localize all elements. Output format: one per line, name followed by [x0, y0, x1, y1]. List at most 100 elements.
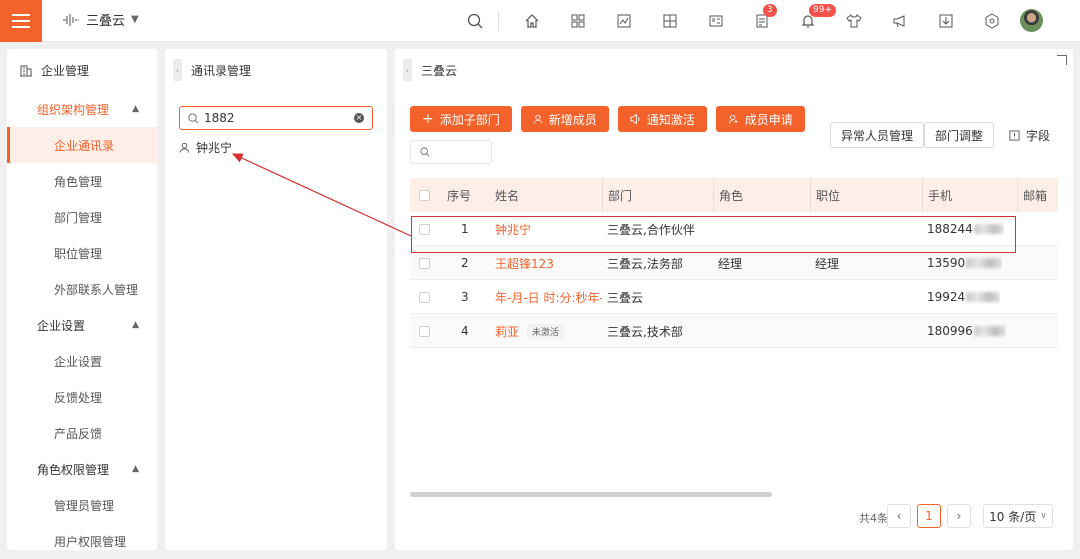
button-label: 成员申请: [744, 112, 793, 127]
brand-switcher[interactable]: 三叠云 ▼: [62, 10, 139, 29]
column-header-no: 序号: [447, 188, 472, 203]
pagination: 共4条 ‹ 1 › 10 条/页 ∨: [395, 504, 1073, 530]
sidebar-item-admins[interactable]: 管理员管理: [7, 487, 157, 523]
download-icon[interactable]: [923, 8, 969, 34]
column-header-phone: 手机: [922, 178, 952, 212]
row-checkbox[interactable]: [419, 212, 430, 246]
avatar[interactable]: [1020, 9, 1043, 32]
building-icon: [20, 65, 32, 77]
sidebar-item-departments[interactable]: 部门管理: [7, 199, 157, 235]
member-phone: 19924: [927, 280, 1001, 314]
search-icon[interactable]: [452, 8, 498, 34]
megaphone-icon[interactable]: [877, 8, 923, 34]
add-sub-department-button[interactable]: + 添加子部门: [410, 106, 512, 132]
member-name-link[interactable]: 莉亚: [495, 323, 519, 340]
column-header-name: 姓名: [495, 188, 520, 203]
shirt-icon[interactable]: [831, 8, 877, 34]
chevron-up-icon: ▲: [132, 464, 139, 474]
department-adjust-button[interactable]: 部门调整: [924, 122, 995, 148]
sidebar-group-permissions[interactable]: 角色权限管理 ▲: [7, 451, 157, 487]
select-all-checkbox[interactable]: [419, 178, 430, 212]
table-horizontal-scrollbar[interactable]: [410, 492, 772, 497]
sidebar-group-org[interactable]: 组织架构管理 ▲: [7, 91, 157, 127]
sidebar-item-directory[interactable]: 企业通讯录: [7, 127, 157, 163]
table-row[interactable]: 4 莉亚 未激活 三叠云,技术部 180996: [410, 314, 1058, 348]
search-icon: [420, 147, 430, 157]
collapse-left-icon[interactable]: ‹: [403, 59, 412, 81]
page-size-select[interactable]: 10 条/页 ∨: [983, 504, 1053, 528]
sidebar-group-label: 企业设置: [37, 318, 86, 333]
toolbar-divider: [498, 11, 499, 31]
apps-grid-icon[interactable]: [555, 8, 601, 34]
member-name-link[interactable]: 钟兆宁: [495, 212, 531, 246]
user-icon: [533, 114, 542, 124]
directory-search-input[interactable]: [204, 111, 344, 125]
table-search-input[interactable]: [410, 140, 492, 164]
next-page-button[interactable]: ›: [947, 504, 971, 528]
search-result-item[interactable]: 钟兆宁: [179, 139, 232, 156]
abnormal-staff-button[interactable]: 异常人员管理: [830, 122, 925, 148]
sidebar-item-positions[interactable]: 职位管理: [7, 235, 157, 271]
sidebar-item-roles[interactable]: 角色管理: [7, 163, 157, 199]
add-member-button[interactable]: 新增成员: [520, 106, 609, 132]
sidebar-item-product-feedback[interactable]: 产品反馈: [7, 415, 157, 451]
prev-page-button[interactable]: ‹: [887, 504, 911, 528]
sidebar-item-user-permissions[interactable]: 用户权限管理: [7, 523, 157, 550]
top-toolbar: 3 99+: [452, 4, 1015, 34]
row-checkbox[interactable]: [419, 314, 430, 348]
directory-search[interactable]: ×: [179, 106, 373, 130]
redacted-digits: [973, 224, 1004, 234]
member-apply-button[interactable]: 成员申请: [715, 106, 805, 132]
home-icon[interactable]: [509, 8, 555, 34]
row-checkbox[interactable]: [419, 280, 430, 314]
chevron-down-icon: ▼: [131, 14, 139, 25]
redacted-digits: [966, 292, 1001, 302]
breadcrumb: 三叠云: [421, 63, 458, 78]
clear-icon[interactable]: ×: [354, 113, 364, 123]
member-name-cell: 莉亚 未激活: [495, 314, 565, 348]
sidebar-group-label: 组织架构管理: [37, 102, 110, 117]
row-checkbox[interactable]: [419, 246, 430, 280]
brand-name: 三叠云: [86, 14, 126, 29]
member-name-link[interactable]: 王超锋123: [495, 246, 554, 280]
chart-icon[interactable]: [601, 8, 647, 34]
menu-button[interactable]: [0, 0, 42, 42]
sidebar-group-company-settings[interactable]: 企业设置 ▲: [7, 307, 157, 343]
member-name-link[interactable]: 年-月-日 时:分:秒年-...: [495, 280, 602, 314]
search-icon: [188, 112, 199, 123]
sidebar-item-feedback-handling[interactable]: 反馈处理: [7, 379, 157, 415]
sidebar-group-label: 角色权限管理: [37, 462, 110, 477]
bell-icon[interactable]: 99+: [785, 4, 836, 34]
member-phone: 180996: [927, 314, 1006, 348]
member-department: 三叠云,法务部: [607, 256, 683, 271]
field-settings-icon: [1009, 130, 1020, 141]
layout-icon[interactable]: [647, 8, 693, 34]
table-row[interactable]: 2 王超锋123 三叠云,法务部 经理 经理 13590: [410, 246, 1058, 280]
column-header-position: 职位: [810, 178, 840, 212]
settings-icon[interactable]: [969, 8, 1015, 34]
table-header-row: 序号 姓名 部门 角色 职位 手机 邮箱: [410, 178, 1058, 212]
button-label: 添加子部门: [439, 112, 500, 127]
column-header-role: 角色: [713, 178, 743, 212]
sidebar-item-external-contacts[interactable]: 外部联系人管理: [7, 271, 157, 307]
table-row[interactable]: 3 年-月-日 时:分:秒年-... 三叠云 19924: [410, 280, 1058, 314]
task-list-icon[interactable]: 3: [739, 4, 785, 34]
member-department: 三叠云: [607, 290, 644, 305]
fields-button[interactable]: 字段: [1009, 127, 1050, 144]
action-buttons: + 添加子部门 新增成员 通知激活 成员申请: [410, 106, 805, 132]
collapse-left-icon[interactable]: ‹: [173, 59, 182, 81]
members-table: 序号 姓名 部门 角色 职位 手机 邮箱 1 钟兆宁 三叠云,合作伙伴 1882…: [410, 178, 1058, 348]
button-label: 通知激活: [646, 112, 695, 127]
page-button-current[interactable]: 1: [917, 504, 941, 528]
contacts-card-icon[interactable]: [693, 8, 739, 34]
notify-activate-button[interactable]: 通知激活: [617, 106, 707, 132]
chevron-down-icon: ∨: [1040, 511, 1047, 521]
member-phone: 188244: [927, 212, 1004, 246]
logo-icon: [63, 13, 79, 26]
expand-icon[interactable]: [1057, 55, 1067, 65]
sidebar-item-company-settings[interactable]: 企业设置: [7, 343, 157, 379]
total-count: 共4条: [859, 512, 888, 525]
table-row[interactable]: 1 钟兆宁 三叠云,合作伙伴 188244: [410, 212, 1058, 246]
main-panel: ‹ 三叠云 + 添加子部门 新增成员 通知激活 成员申请 异常人员管理 部门调整…: [395, 49, 1073, 550]
row-number: 3: [461, 290, 469, 304]
